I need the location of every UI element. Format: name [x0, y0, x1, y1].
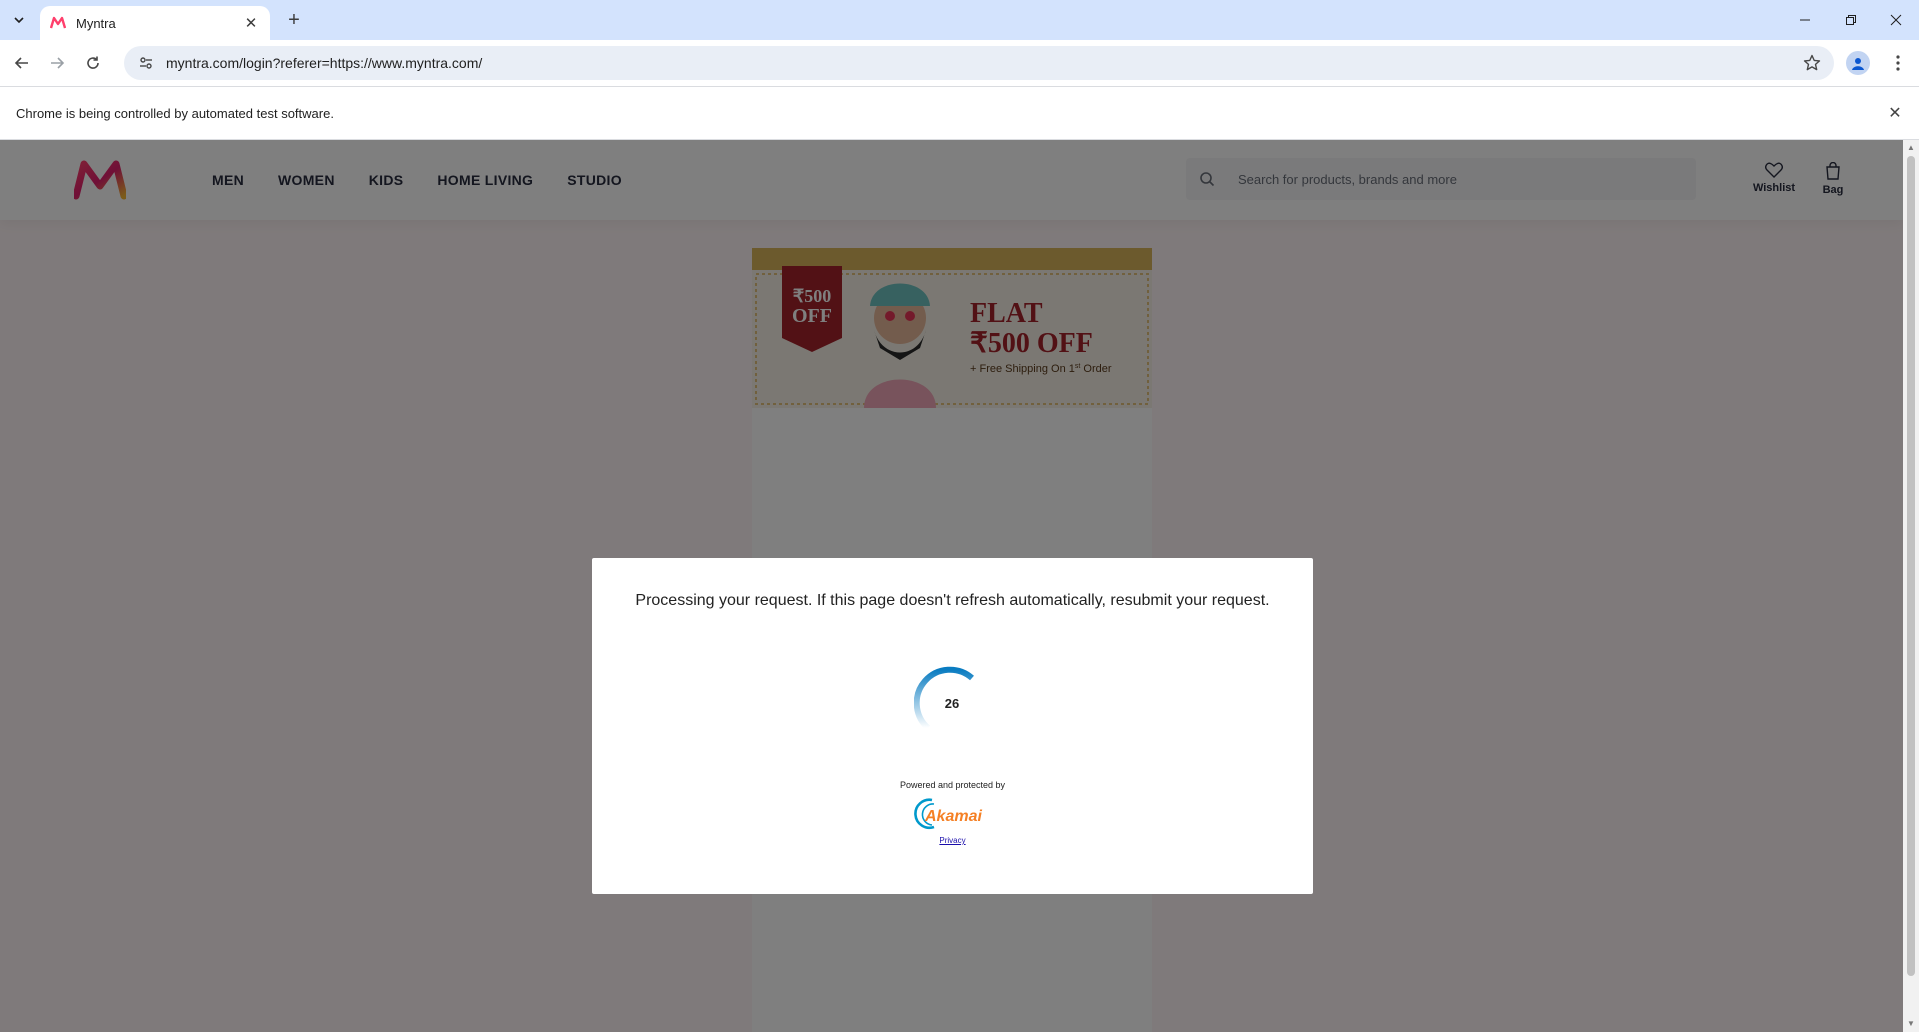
loading-spinner: 26	[913, 666, 994, 746]
tab-title: Myntra	[76, 15, 116, 31]
scroll-down-icon[interactable]: ▼	[1907, 1020, 1915, 1028]
minimize-icon	[1800, 19, 1810, 21]
akamai-processing-dialog: Processing your request. If this page do…	[592, 558, 1313, 894]
close-icon	[1890, 14, 1902, 26]
new-tab-button[interactable]: +	[280, 8, 308, 32]
countdown-number: 26	[944, 696, 960, 711]
chrome-menu-icon[interactable]	[1884, 49, 1912, 77]
restore-button[interactable]	[1828, 0, 1874, 40]
back-arrow-icon	[14, 57, 28, 69]
close-window-button[interactable]	[1873, 0, 1919, 40]
minimize-button[interactable]	[1782, 0, 1828, 40]
tab-myntra[interactable]: Myntra ✕	[40, 6, 270, 40]
forward-button[interactable]	[41, 47, 73, 79]
page-viewport: MEN WOMEN KIDS HOME LIVING STUDIO Search…	[0, 140, 1903, 1032]
reload-icon	[87, 56, 99, 69]
tab-strip: Myntra ✕ +	[0, 0, 1919, 40]
scroll-up-icon[interactable]: ▲	[1907, 144, 1915, 152]
url-text[interactable]: myntra.com/login?referer=https://www.myn…	[166, 55, 1798, 71]
processing-message: Processing your request. If this page do…	[635, 592, 1270, 609]
restore-icon	[1846, 15, 1856, 25]
address-bar[interactable]: myntra.com/login?referer=https://www.myn…	[124, 46, 1834, 80]
tab-search-button[interactable]	[6, 8, 32, 32]
infobar-message: Chrome is being controlled by automated …	[16, 105, 334, 121]
scrollbar-thumb[interactable]	[1907, 156, 1915, 976]
myntra-favicon-icon	[50, 16, 66, 29]
bookmark-star-icon[interactable]	[1798, 49, 1826, 77]
back-button[interactable]	[6, 47, 38, 79]
close-tab-icon[interactable]: ✕	[242, 14, 260, 32]
site-info-icon[interactable]	[136, 53, 156, 73]
reload-button[interactable]	[77, 47, 109, 79]
profile-avatar-icon[interactable]	[1846, 51, 1870, 75]
privacy-link[interactable]: Privacy	[592, 836, 1313, 845]
automation-infobar: Chrome is being controlled by automated …	[0, 86, 1919, 140]
forward-arrow-icon	[51, 57, 65, 69]
browser-toolbar: myntra.com/login?referer=https://www.myn…	[0, 40, 1919, 86]
akamai-logo: Akamai	[914, 798, 982, 829]
powered-by-text: Powered and protected by	[899, 780, 1006, 790]
page-scrollbar[interactable]: ▲ ▼	[1903, 140, 1919, 1032]
close-infobar-icon[interactable]: ✕	[1885, 103, 1905, 123]
akamai-brand-text: Akamai	[924, 808, 982, 825]
chevron-down-icon	[14, 17, 24, 24]
